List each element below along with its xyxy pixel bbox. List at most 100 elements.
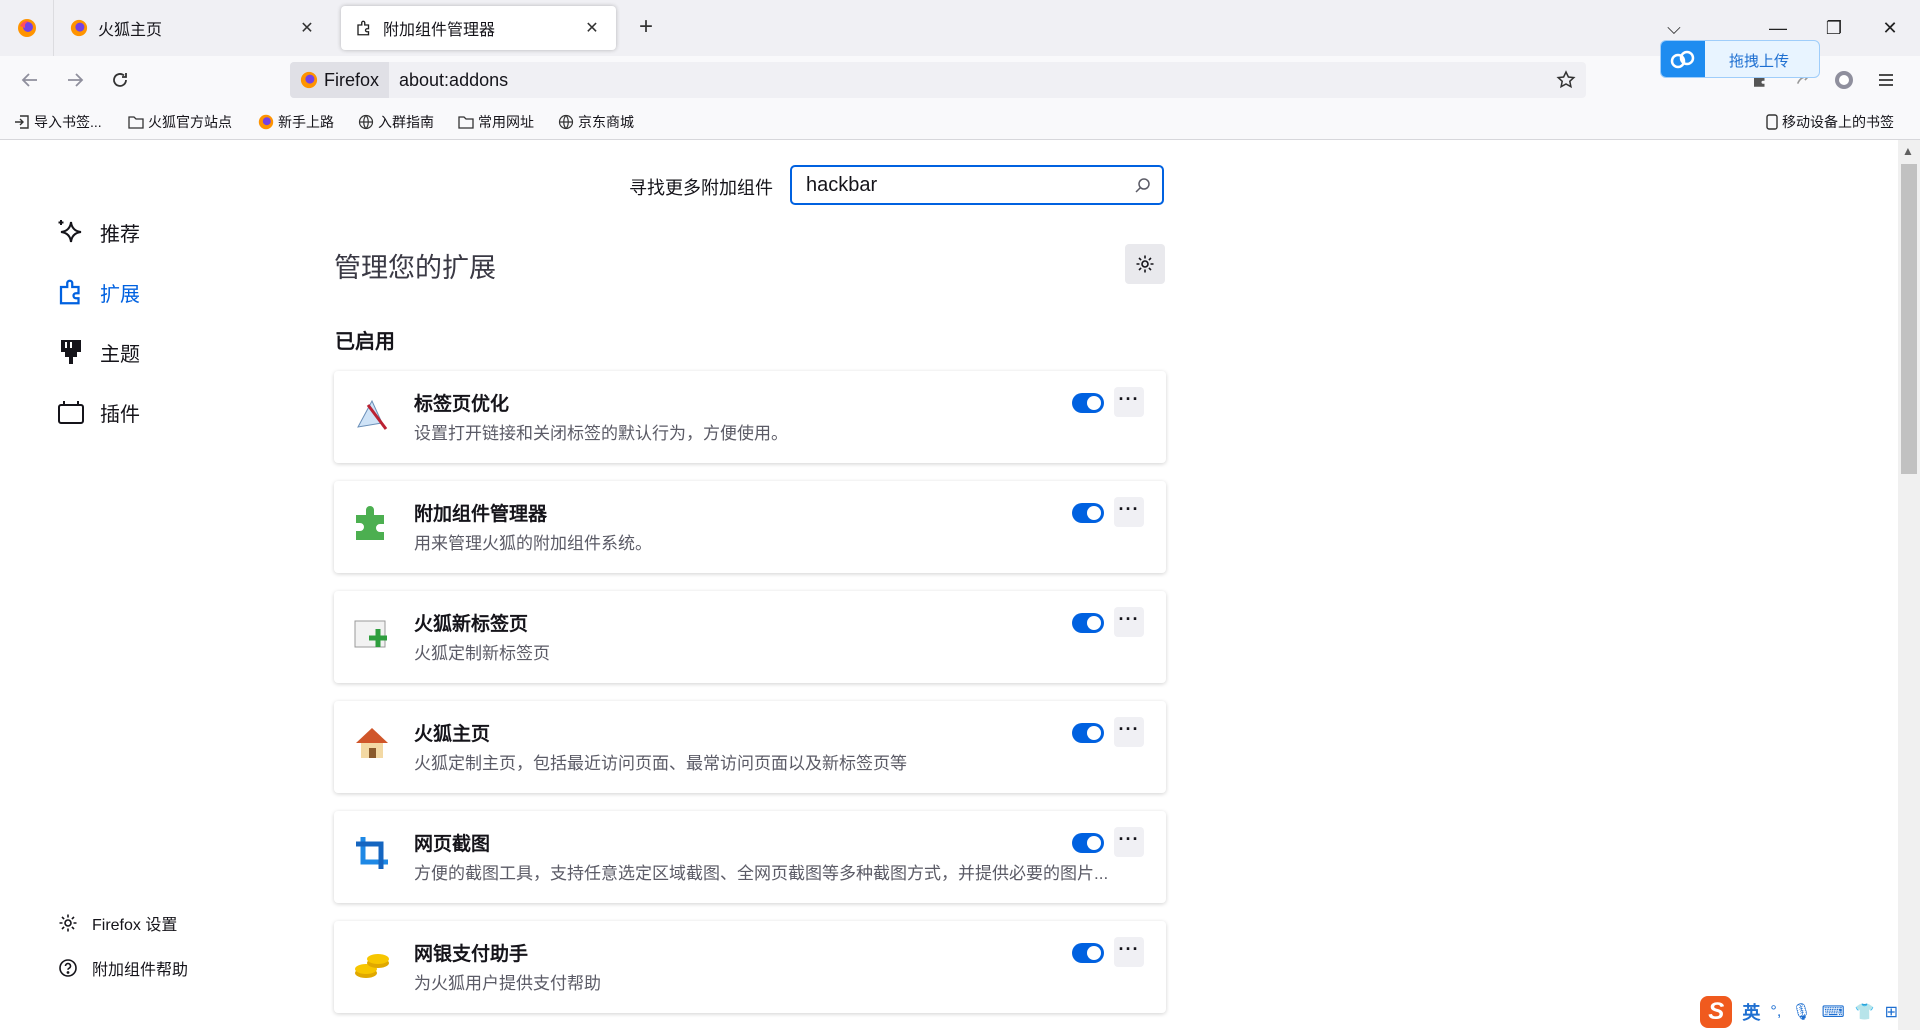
- account-button[interactable]: [1830, 66, 1858, 94]
- extension-card[interactable]: 网银支付助手 为火狐用户提供支付帮助 ···: [334, 921, 1166, 1013]
- identity-label: Firefox: [324, 69, 380, 90]
- punctuation-icon[interactable]: °,: [1770, 1003, 1781, 1021]
- enable-toggle[interactable]: [1072, 613, 1104, 633]
- page-scrollbar[interactable]: ▲: [1898, 140, 1920, 1030]
- folder-icon: [128, 116, 144, 129]
- more-options-button[interactable]: ···: [1114, 937, 1144, 967]
- keyboard-icon[interactable]: ⌨: [1822, 1002, 1845, 1022]
- extension-card[interactable]: 标签页优化 设置打开链接和关闭标签的默认行为，方便使用。 ···: [334, 371, 1166, 463]
- url-text[interactable]: about:addons: [399, 70, 508, 91]
- gear-icon: [1136, 255, 1154, 273]
- sidebar-item-label: 推荐: [100, 223, 140, 246]
- bookmark-label: 新手上路: [278, 114, 334, 130]
- puzzle-icon: [357, 20, 370, 36]
- sidebar-item-themes[interactable]: 主题: [56, 322, 140, 382]
- page-title: 管理您的扩展: [334, 253, 496, 283]
- crop-icon: [356, 837, 388, 869]
- firefox-logo-icon: [17, 19, 36, 37]
- firefox-settings-link[interactable]: Firefox 设置: [58, 900, 188, 945]
- menu-button[interactable]: [1872, 66, 1900, 94]
- tools-menu-button[interactable]: [1125, 244, 1165, 284]
- close-window-button[interactable]: ✕: [1876, 14, 1904, 42]
- enable-toggle[interactable]: [1072, 393, 1104, 413]
- search-label: 寻找更多附加组件: [629, 178, 773, 198]
- bookmark-import[interactable]: 导入书签...: [14, 112, 102, 132]
- forward-arrow-icon: [68, 73, 84, 87]
- extension-description: 方便的截图工具，支持任意选定区域截图、全网页截图等多种截图方式，并提供必要的图片…: [414, 864, 1109, 883]
- extension-name: 网页截图: [414, 834, 491, 855]
- mobile-bookmarks[interactable]: 移动设备上的书签: [1766, 112, 1894, 132]
- import-icon: [15, 115, 29, 129]
- sidebar-item-plugins[interactable]: 插件: [56, 382, 140, 442]
- bookmark-folder-official[interactable]: 火狐官方站点: [128, 112, 232, 132]
- bookmark-jd[interactable]: 京东商城: [558, 112, 634, 132]
- restore-button[interactable]: ❐: [1820, 14, 1848, 42]
- upload-label: 拖拽上传: [1729, 53, 1790, 70]
- bookmark-folder-common[interactable]: 常用网址: [458, 112, 534, 132]
- identity-box[interactable]: Firefox: [290, 62, 390, 98]
- more-options-button[interactable]: ···: [1114, 717, 1144, 747]
- puzzle-icon: [59, 279, 80, 305]
- more-options-button[interactable]: ···: [1114, 827, 1144, 857]
- more-options-button[interactable]: ···: [1114, 607, 1144, 637]
- microphone-icon[interactable]: 🎙: [1791, 1002, 1811, 1022]
- enable-toggle[interactable]: [1072, 943, 1104, 963]
- extension-list: 标签页优化 设置打开链接和关闭标签的默认行为，方便使用。 ··· 附加组件管理器…: [334, 371, 1166, 1031]
- sidebar-item-label: 主题: [100, 343, 140, 366]
- extension-card[interactable]: 火狐新标签页 火狐定制新标签页 ···: [334, 591, 1166, 683]
- bookmark-getting-started[interactable]: 新手上路: [258, 112, 334, 132]
- scroll-up-arrow-icon[interactable]: ▲: [1902, 144, 1914, 158]
- more-options-button[interactable]: ···: [1114, 387, 1144, 417]
- bookmark-label: 京东商城: [578, 114, 634, 130]
- extension-name: 火狐新标签页: [414, 614, 529, 635]
- extension-description: 火狐定制主页，包括最近访问页面、最常访问页面以及新标签页等: [414, 754, 907, 773]
- grid-menu-icon[interactable]: ⊞: [1885, 1002, 1898, 1022]
- search-input[interactable]: [804, 172, 1128, 198]
- extension-name: 网银支付助手: [414, 944, 529, 965]
- list-tabs-chevron-icon[interactable]: ⌵: [1660, 14, 1688, 42]
- sidebar-item-extensions[interactable]: 扩展: [56, 262, 140, 322]
- ime-language-toggle[interactable]: 英: [1742, 999, 1760, 1025]
- url-bar[interactable]: Firefox about:addons: [290, 62, 1586, 98]
- sidebar-item-recommended[interactable]: 推荐: [56, 202, 140, 262]
- enable-toggle[interactable]: [1072, 833, 1104, 853]
- bookmark-label: 移动设备上的书签: [1782, 114, 1894, 130]
- scrollbar-thumb[interactable]: [1901, 164, 1917, 474]
- sidebar-item-label: 扩展: [100, 283, 140, 306]
- addons-help-link[interactable]: 附加组件帮助: [58, 945, 188, 990]
- nav-bar: Firefox about:addons: [0, 56, 1920, 104]
- back-arrow-icon: [21, 73, 37, 87]
- extension-description: 用来管理火狐的附加组件系统。: [414, 534, 652, 553]
- shirt-icon[interactable]: 👕: [1855, 1002, 1875, 1022]
- new-tab-button[interactable]: +: [632, 14, 660, 42]
- minimize-button[interactable]: —: [1764, 14, 1792, 42]
- extension-card[interactable]: 附加组件管理器 用来管理火狐的附加组件系统。 ···: [334, 481, 1166, 573]
- enable-toggle[interactable]: [1072, 503, 1104, 523]
- drag-upload-widget[interactable]: 拖拽上传: [1660, 40, 1820, 78]
- help-icon: [59, 958, 77, 977]
- sogou-logo-icon[interactable]: S: [1700, 996, 1733, 1028]
- bookmark-star-icon[interactable]: [1556, 70, 1576, 90]
- footer-label: 附加组件帮助: [92, 961, 189, 979]
- tab-addons-manager[interactable]: 附加组件管理器 ✕: [341, 6, 616, 50]
- close-tab-icon[interactable]: ✕: [582, 18, 602, 38]
- folder-icon: [458, 116, 474, 129]
- reload-button[interactable]: [106, 66, 134, 94]
- extension-description: 为火狐用户提供支付帮助: [414, 974, 601, 993]
- footer-label: Firefox 设置: [92, 916, 178, 934]
- firefox-view-button[interactable]: [0, 0, 54, 56]
- addons-search-box[interactable]: [790, 165, 1164, 205]
- tab-firefox-home[interactable]: 火狐主页 ✕: [56, 6, 331, 50]
- extension-card[interactable]: 网页截图 方便的截图工具，支持任意选定区域截图、全网页截图等多种截图方式，并提供…: [334, 811, 1166, 903]
- search-icon[interactable]: [1134, 176, 1152, 194]
- more-options-button[interactable]: ···: [1114, 497, 1144, 527]
- extension-name: 火狐主页: [414, 724, 491, 745]
- new-tab-plus-icon: [354, 620, 387, 648]
- enable-toggle[interactable]: [1072, 723, 1104, 743]
- bookmarks-toolbar: 导入书签... 火狐官方站点 新手上路 入群指南 常用网址 京东商城 移动设备上…: [0, 104, 1920, 140]
- forward-button[interactable]: [61, 66, 89, 94]
- close-tab-icon[interactable]: ✕: [297, 18, 317, 38]
- back-button[interactable]: [16, 66, 44, 94]
- extension-card[interactable]: 火狐主页 火狐定制主页，包括最近访问页面、最常访问页面以及新标签页等 ···: [334, 701, 1166, 793]
- bookmark-group-guide[interactable]: 入群指南: [358, 112, 434, 132]
